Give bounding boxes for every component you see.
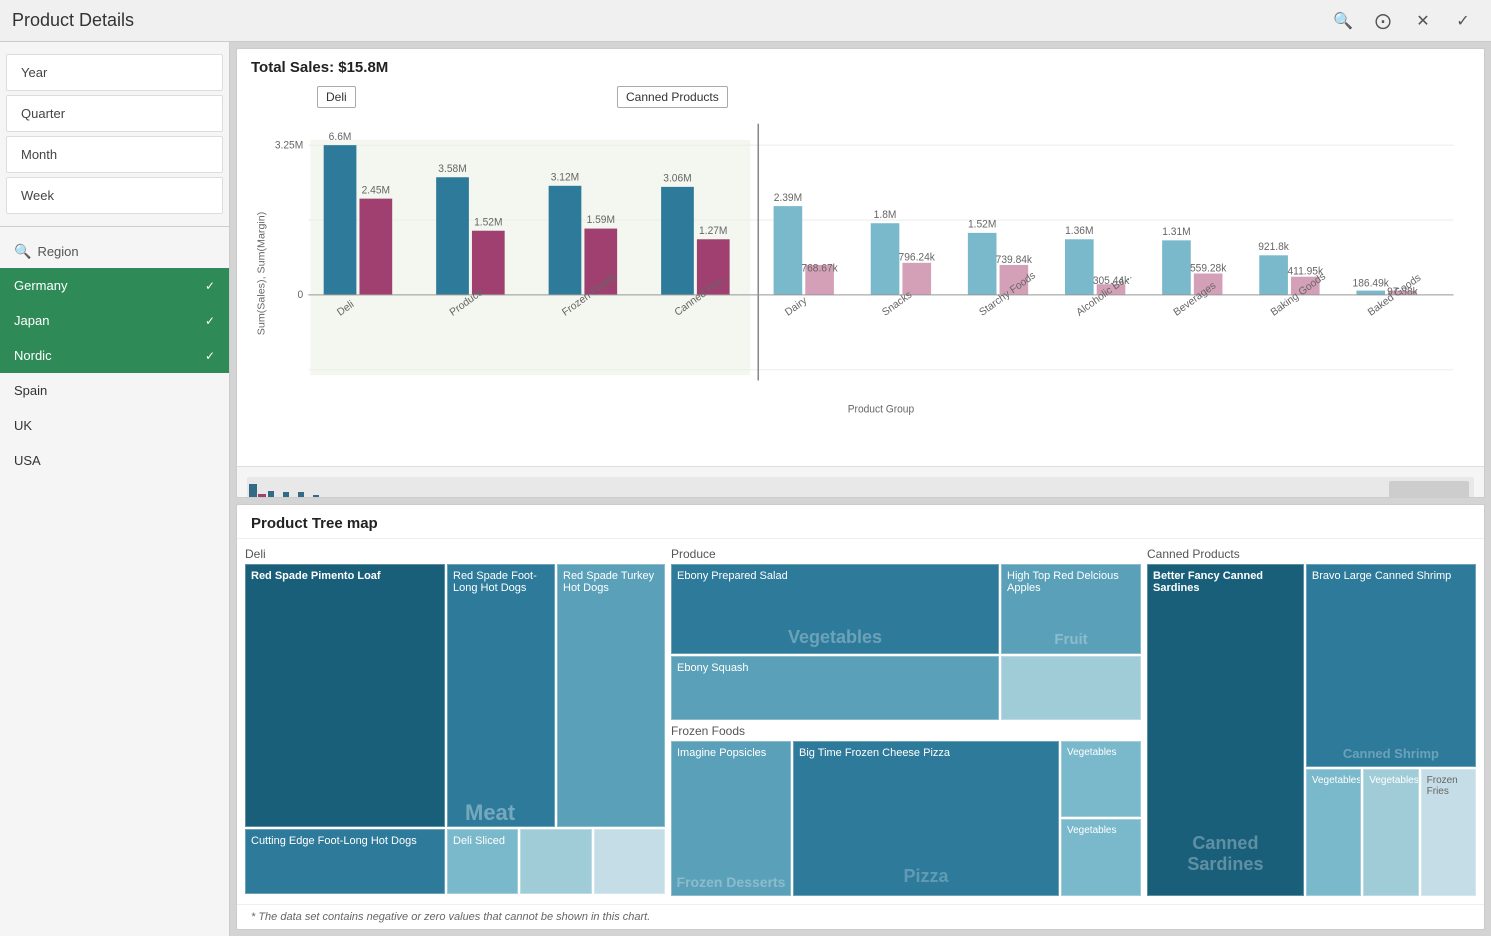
search-icon: 🔍 [14,243,31,260]
treemap-canned-section: Canned Products Better Fancy Canned Sard… [1147,547,1476,896]
svg-text:1.52M: 1.52M [474,217,502,228]
svg-text:739.84k: 739.84k [996,255,1033,266]
svg-text:186.49k: 186.49k [1353,278,1390,289]
tile-bravo-shrimp[interactable]: Bravo Large Canned Shrimp Canned Shrimp [1306,564,1476,767]
tile-ebony-squash[interactable]: Ebony Squash [671,656,999,720]
svg-text:2.45M: 2.45M [362,185,390,196]
chart-footnote: * The data set contains negative or zero… [237,904,1484,929]
tile-canned-small1[interactable]: Vegetables [1306,769,1361,896]
svg-text:0: 0 [298,290,304,301]
svg-text:Product Group: Product Group [848,404,915,415]
svg-text:1.8M: 1.8M [874,210,897,221]
close-icon[interactable]: ✕ [1407,5,1439,37]
region-header: 🔍 Region [0,235,229,268]
region-nordic[interactable]: Nordic ✓ [0,338,229,373]
treemap-canned-label: Canned Products [1147,547,1476,561]
treemap-deli-label: Deli [245,547,665,561]
svg-text:Dairy: Dairy [783,295,809,319]
main-content: Total Sales: $15.8M Deli Canned Products [230,42,1491,936]
checkmark-icon: ✓ [205,279,215,293]
region-section: 🔍 Region Germany ✓ Japan ✓ Nordic ✓ [0,227,229,936]
svg-text:559.28k: 559.28k [1190,263,1227,274]
svg-text:921.8k: 921.8k [1258,242,1289,253]
scrollbar-track[interactable] [247,477,1474,499]
tile-canned-small3[interactable]: Frozen Fries [1421,769,1476,896]
page-title: Product Details [12,10,134,31]
svg-text:2.39M: 2.39M [774,193,802,204]
search-icon[interactable]: 🔍 [1327,5,1359,37]
svg-text:3.58M: 3.58M [438,164,466,175]
svg-text:3.25M: 3.25M [275,140,303,151]
chart-header: Total Sales: $15.8M [237,49,1484,76]
checkmark-icon: ✓ [205,349,215,363]
tile-frozen-veg2[interactable]: Vegetables [1061,819,1141,896]
checkmark-icon: ✓ [205,314,215,328]
svg-text:1.27M: 1.27M [699,226,727,237]
filter-week[interactable]: Week [6,177,223,214]
region-japan[interactable]: Japan ✓ [0,303,229,338]
annotation-canned: Canned Products [617,86,728,108]
svg-text:1.36M: 1.36M [1065,226,1093,237]
filter-section: Year Quarter Month Week [0,42,229,227]
svg-text:6.6M: 6.6M [329,132,352,143]
region-spain[interactable]: Spain [0,373,229,408]
tile-imagine-popsicles[interactable]: Imagine Popsicles Frozen Desserts [671,741,791,897]
tile-cutting-edge[interactable]: Cutting Edge Foot-Long Hot Dogs [245,829,445,894]
tile-produce-small[interactable] [1001,656,1141,720]
svg-text:Sum(Sales), Sum(Margin): Sum(Sales), Sum(Margin) [257,212,268,336]
chart-title: Total Sales: $15.8M [251,59,388,76]
sales-chart-panel: Total Sales: $15.8M Deli Canned Products [236,48,1485,498]
svg-text:3.12M: 3.12M [551,172,579,183]
tile-red-spade-pimento[interactable]: Red Spade Pimento Loaf [245,564,445,827]
tile-high-top-apples[interactable]: High Top Red Delcious Apples Fruit [1001,564,1141,654]
treemap-title: Product Tree map [237,505,1484,539]
filter-quarter[interactable]: Quarter [6,95,223,132]
tile-deli-sliced[interactable]: Deli Sliced [447,829,518,894]
tile-canned-small2[interactable]: Vegetables [1363,769,1418,896]
tile-frozen-pizza[interactable]: Big Time Frozen Cheese Pizza Pizza [793,741,1059,897]
tile-ebony-salad[interactable]: Ebony Prepared Salad Vegetables [671,564,999,654]
treemap-panel: Product Tree map Deli Red Spade Pimento … [236,504,1485,930]
svg-text:1.52M: 1.52M [968,219,996,230]
chart-scrollbar[interactable] [237,466,1484,498]
svg-text:1.59M: 1.59M [587,215,615,226]
tile-deli-small1[interactable] [520,829,591,894]
tile-frozen-veg1[interactable]: Vegetables [1061,741,1141,818]
tile-better-fancy-sardines[interactable]: Better Fancy Canned Sardines CannedSardi… [1147,564,1304,896]
grid-icon[interactable]: ⨀ [1367,5,1399,37]
region-germany[interactable]: Germany ✓ [0,268,229,303]
treemap-frozen-label: Frozen Foods [671,724,1141,738]
treemap-frozen: Frozen Foods Imagine Popsicles Frozen De… [671,724,1141,897]
tile-turkey-hot-dogs[interactable]: Red Spade Turkey Hot Dogs [557,564,665,827]
chart-svg: 3.25M 0 Sum(Sales), Sum(Margin) 6.6M 2.4… [247,81,1474,466]
scrollbar-handle[interactable] [1389,481,1469,499]
svg-text:1.31M: 1.31M [1162,227,1190,238]
treemap-produce-frozen-section: Produce Ebony Prepared Salad Vegetables … [671,547,1141,896]
filter-month[interactable]: Month [6,136,223,173]
tile-deli-small2[interactable] [594,829,665,894]
region-list: Germany ✓ Japan ✓ Nordic ✓ Spain [0,268,229,478]
mini-bars [247,477,1389,499]
region-uk[interactable]: UK [0,408,229,443]
annotation-deli: Deli [317,86,356,108]
region-label: Region [37,244,78,259]
region-usa[interactable]: USA [0,443,229,478]
sidebar: Year Quarter Month Week 🔍 Region Germany… [0,42,230,936]
filter-year[interactable]: Year [6,54,223,91]
treemap-deli-section: Deli Red Spade Pimento Loaf Cutting Edge… [245,547,665,896]
treemap-produce: Produce Ebony Prepared Salad Vegetables … [671,547,1141,720]
svg-text:796.24k: 796.24k [899,252,936,263]
treemap-produce-label: Produce [671,547,1141,561]
check-icon[interactable]: ✓ [1447,5,1479,37]
svg-text:3.06M: 3.06M [663,173,691,184]
header-toolbar: 🔍 ⨀ ✕ ✓ [1327,5,1479,37]
tile-foot-long-hot-dogs[interactable]: Red Spade Foot-Long Hot Dogs [447,564,555,827]
svg-text:768.67k: 768.67k [801,263,838,274]
